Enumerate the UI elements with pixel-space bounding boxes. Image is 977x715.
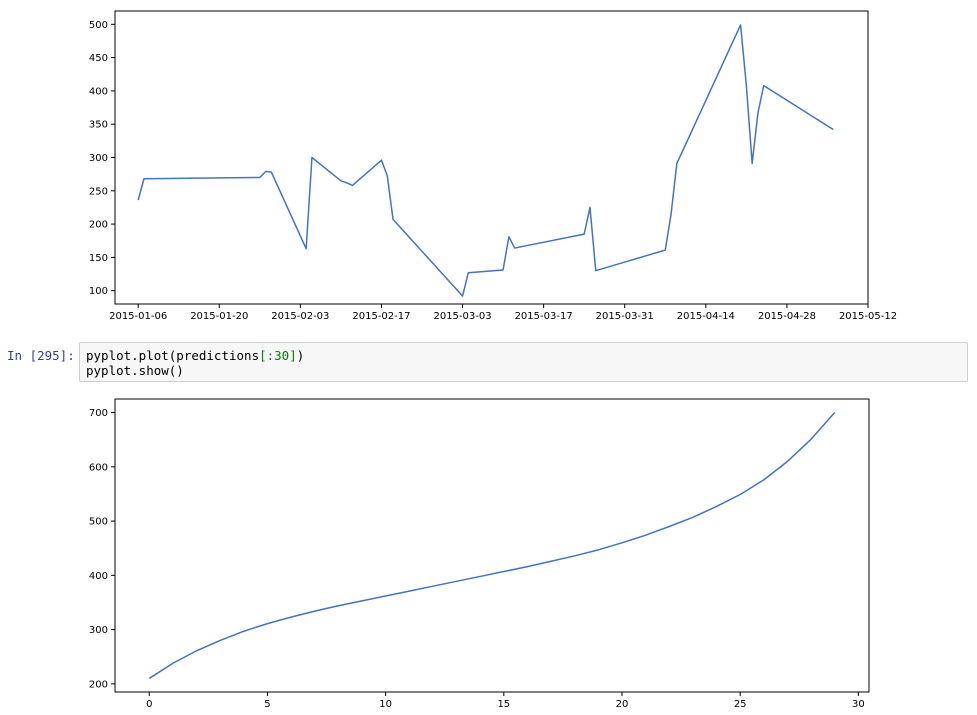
y-tick-label: 400 <box>89 86 108 97</box>
code-cell: In [295]: pyplot.plot(predictions[:30]) … <box>0 342 977 384</box>
x-tick-label: 30 <box>852 699 865 710</box>
x-tick-label: 2015-03-31 <box>596 311 654 322</box>
x-tick-label: 5 <box>264 699 270 710</box>
y-tick-label: 250 <box>89 186 108 197</box>
x-tick-label: 2015-03-03 <box>433 311 491 322</box>
y-tick-label: 300 <box>89 625 108 636</box>
code-line-1: pyplot.plot(predictions[:30]) <box>86 348 304 363</box>
y-tick-label: 600 <box>89 462 108 473</box>
x-tick-label: 2015-04-14 <box>677 311 735 322</box>
code-token-paren: ) <box>296 348 305 363</box>
x-tick-label: 2015-05-12 <box>839 311 897 322</box>
y-tick-label: 500 <box>89 517 108 528</box>
x-tick-label: 10 <box>379 699 392 710</box>
y-tick-label: 350 <box>89 120 108 131</box>
code-line-2: pyplot.show() <box>86 363 184 378</box>
series-line <box>137 24 834 297</box>
series-line <box>148 412 836 680</box>
plot-frame <box>114 398 870 693</box>
x-tick-label: 15 <box>497 699 510 710</box>
x-tick-label: 2015-02-03 <box>271 311 329 322</box>
date-line-chart: 100 150 200 250 300 350 400 450 500 2015-01-06 201… <box>89 10 897 322</box>
x-tick-label: 2015-03-17 <box>515 311 573 322</box>
y-tick-label: 200 <box>89 679 108 690</box>
code-token-slice: [:30] <box>259 348 297 363</box>
x-tick-label: 2015-04-28 <box>758 311 816 322</box>
code-input-area[interactable]: pyplot.plot(predictions[:30]) pyplot.sho… <box>79 342 968 382</box>
y-tick-label: 100 <box>89 286 108 297</box>
y-tick-label: 450 <box>89 53 108 64</box>
x-tick-label: 25 <box>734 699 747 710</box>
plot-frame <box>114 10 869 305</box>
x-tick-label: 2015-01-06 <box>109 311 167 322</box>
predictions-line-chart: 200 300 400 500 600 700 0 5 10 15 20 25 30 <box>89 398 870 710</box>
y-tick-label: 700 <box>89 408 108 419</box>
x-tick-label: 20 <box>616 699 629 710</box>
x-tick-label: 2015-01-20 <box>190 311 248 322</box>
y-tick-label: 150 <box>89 253 108 264</box>
y-tick-label: 500 <box>89 20 108 31</box>
input-prompt: In [295]: <box>7 348 75 363</box>
x-tick-label: 2015-02-17 <box>352 311 410 322</box>
y-tick-label: 200 <box>89 220 108 231</box>
x-tick-label: 0 <box>146 699 152 710</box>
code-token-call: pyplot.plot(predictions <box>86 348 260 363</box>
y-tick-label: 300 <box>89 153 108 164</box>
y-tick-label: 400 <box>89 571 108 582</box>
